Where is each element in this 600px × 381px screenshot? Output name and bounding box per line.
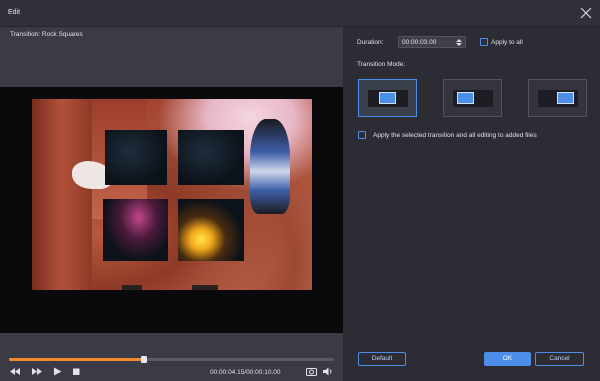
playback-controls: 00:00:04.15/00:00:10.00: [0, 347, 343, 381]
apply-selected-label: Apply the selected transition and all ed…: [373, 132, 537, 139]
duration-value: 00:00:03.00: [402, 39, 437, 46]
video-preview: [0, 87, 343, 333]
spinner-icon[interactable]: [456, 38, 462, 47]
duration-label: Duration:: [357, 39, 384, 46]
settings-pane: Duration: 00:00:03.00 Apply to all Trans…: [343, 27, 600, 381]
cancel-button[interactable]: Cancel: [535, 352, 584, 366]
apply-to-all-checkbox[interactable]: [480, 38, 488, 46]
transition-mode-left[interactable]: [358, 79, 417, 117]
transition-mode-center-icon: [453, 90, 493, 107]
transition-label: Transition: Rock Squares: [10, 31, 83, 38]
preview-pane: Transition: Rock Squares 00:00:04.15/00:…: [0, 27, 343, 381]
transition-mode-label: Transition Mode:: [357, 61, 406, 68]
transition-square: [192, 285, 218, 290]
preview-frame: [32, 99, 312, 290]
stop-icon[interactable]: [71, 366, 82, 377]
transition-square: [105, 130, 167, 185]
transition-mode-center[interactable]: [443, 79, 502, 117]
volume-icon[interactable]: [322, 366, 333, 377]
title-bar: Edit: [0, 0, 600, 27]
transition-square: [178, 130, 244, 185]
progress-fill: [9, 358, 144, 361]
ok-button[interactable]: OK: [484, 352, 531, 366]
rewind-icon[interactable]: [10, 366, 21, 377]
apply-to-all-label: Apply to all: [491, 39, 523, 46]
duration-input[interactable]: 00:00:03.00: [398, 36, 466, 48]
default-button[interactable]: Default: [358, 352, 406, 366]
progress-bar[interactable]: [9, 356, 334, 363]
window-title: Edit: [8, 9, 21, 16]
transition-square: [103, 199, 168, 261]
fast-forward-icon[interactable]: [31, 366, 42, 377]
timecode: 00:00:04.15/00:00:10.00: [210, 369, 281, 376]
apply-selected-checkbox[interactable]: [358, 131, 366, 139]
play-icon[interactable]: [52, 366, 63, 377]
transition-square: [122, 285, 142, 290]
transition-mode-right-icon: [538, 90, 578, 107]
transition-mode-right[interactable]: [528, 79, 587, 117]
transition-mode-left-icon: [368, 90, 408, 107]
close-icon[interactable]: [580, 7, 592, 19]
transition-square: [178, 199, 244, 261]
snapshot-icon[interactable]: [306, 366, 317, 377]
progress-handle[interactable]: [140, 356, 147, 363]
